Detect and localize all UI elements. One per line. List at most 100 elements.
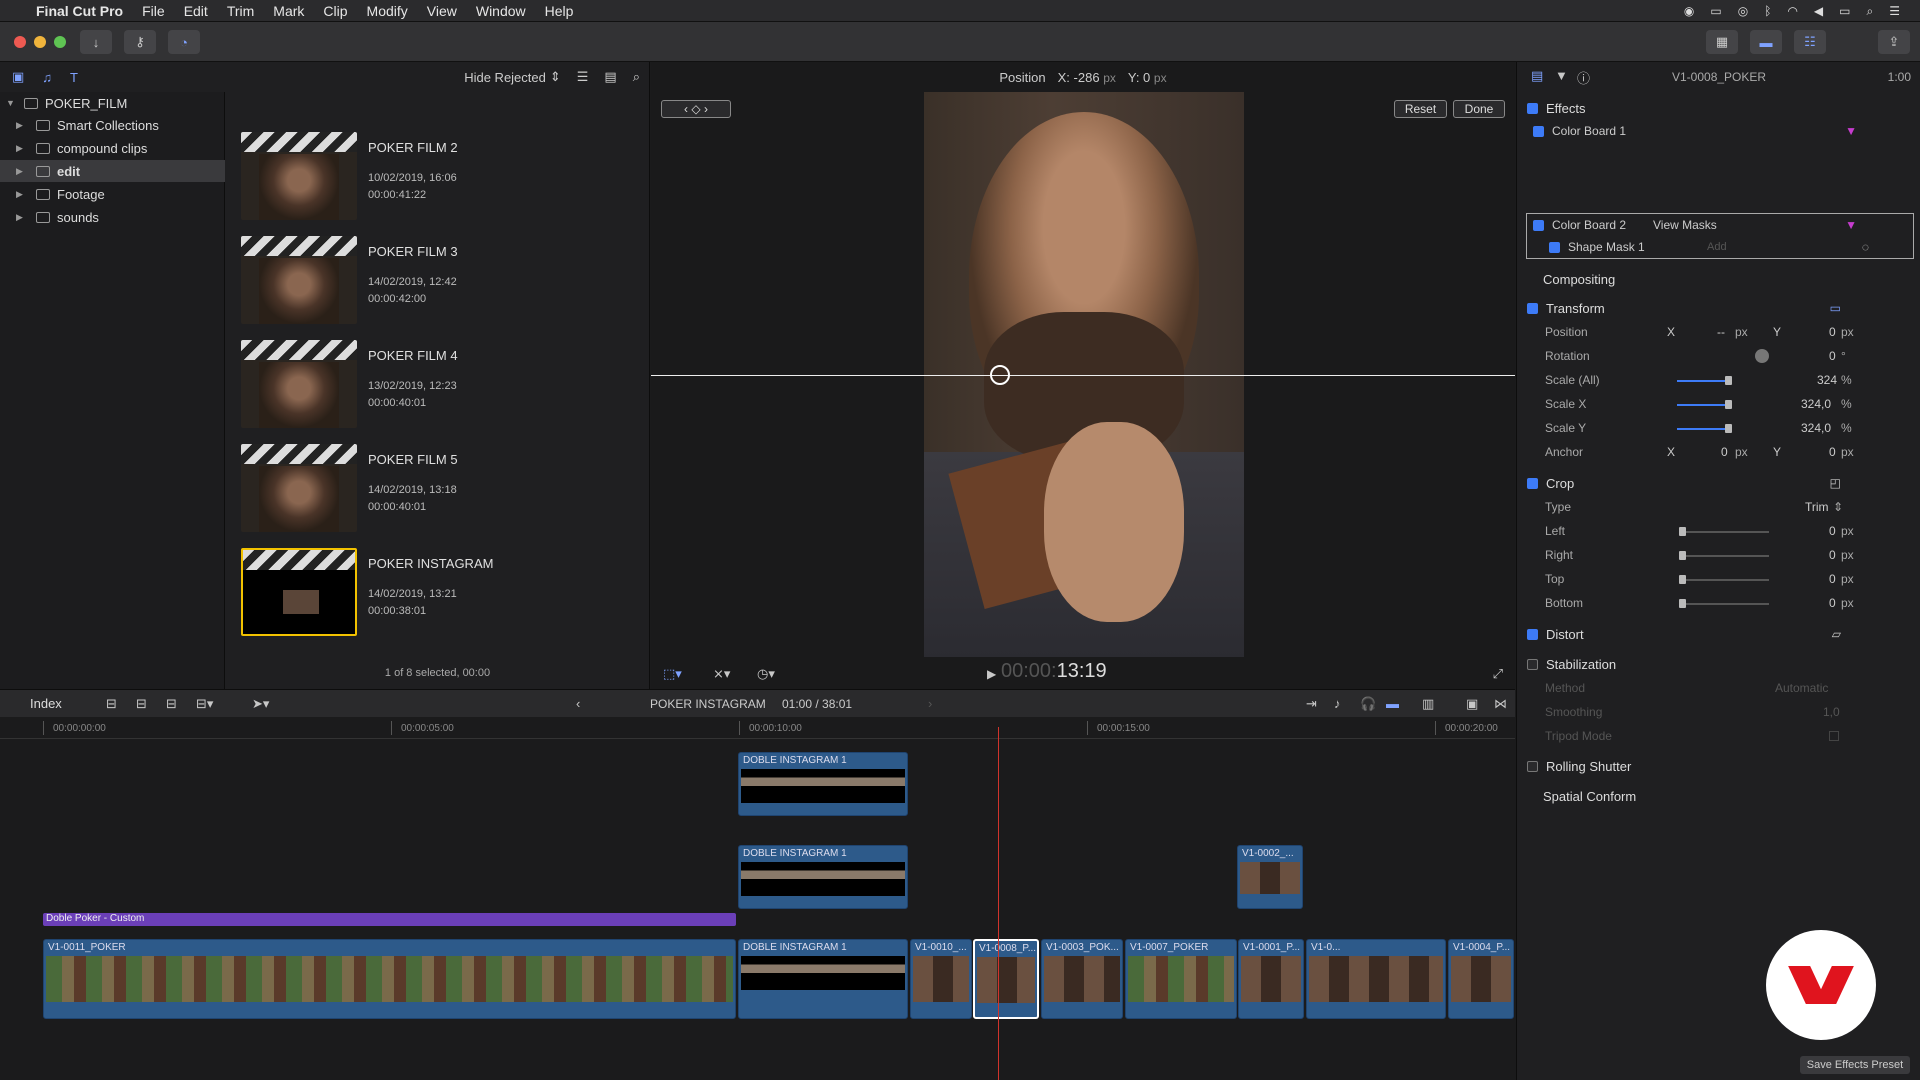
tripod-checkbox[interactable] [1829,731,1839,741]
crop-left-field[interactable]: 0 [1829,524,1836,538]
insert-clip-icon[interactable]: ⊟ [136,696,147,712]
shape-mask-row[interactable]: Shape Mask 1 Add ◌ [1549,236,1920,258]
crop-menu-icon[interactable]: ⨯▾ [713,666,730,682]
clip-thumbnail[interactable] [241,548,357,636]
disclosure-right-icon[interactable]: ▶ [16,143,28,154]
scale-x-field[interactable]: 324,0 [1801,397,1831,411]
scale-y-field[interactable]: 324,0 [1801,421,1831,435]
audio-skimming-icon[interactable]: ♪ [1334,696,1341,711]
bluetooth-icon[interactable]: ᛒ [1764,4,1771,18]
color-board-2-checkbox[interactable] [1533,219,1544,231]
crop-right-slider[interactable] [1679,551,1769,560]
disclosure-right-icon[interactable]: ▶ [16,120,28,131]
disclosure-right-icon[interactable]: ▶ [16,166,28,177]
reset-button[interactable]: Reset [1394,100,1447,118]
crop-top-field[interactable]: 0 [1829,572,1836,586]
timeline-clip-selected[interactable]: V1-0008_P... [973,939,1039,1019]
back-arrow-icon[interactable]: ‹ [576,696,580,711]
info-inspector-icon[interactable]: ⓘ [1577,68,1590,87]
menu-mark[interactable]: Mark [273,3,304,19]
scale-all-slider[interactable] [1677,376,1732,385]
disclosure-right-icon[interactable]: ▶ [16,212,28,223]
forward-arrow-icon[interactable]: › [928,696,932,711]
effects-section[interactable]: Effects [1527,97,1911,119]
clip-thumbnail[interactable] [241,340,357,428]
clip-appearance-icon[interactable]: ▥ [1422,696,1434,712]
zoom-window-button[interactable] [54,36,66,48]
menu-modify[interactable]: Modify [367,3,408,19]
distort-checkbox[interactable] [1527,628,1538,640]
color-board-icon[interactable]: ▼ [1845,218,1857,232]
playhead[interactable] [998,727,999,1080]
menu-view[interactable]: View [427,3,457,19]
volume-icon[interactable]: ◀ [1814,4,1823,18]
rolling-shutter-checkbox[interactable] [1527,760,1538,772]
connect-clip-icon[interactable]: ⊟▾ [196,696,213,712]
position-y-field[interactable]: 0 [1829,325,1836,339]
anchor-x-field[interactable]: 0 [1721,445,1728,459]
color-board-2-row[interactable]: Color Board 2 View Masks ▼ [1533,214,1917,236]
play-icon[interactable]: ▶ [987,667,996,681]
record-icon[interactable]: ◉ [1684,4,1694,18]
clip-item[interactable]: POKER FILM 2 10/02/2019, 16:06 00:00:41:… [241,132,641,222]
menu-edit[interactable]: Edit [184,3,208,19]
background-tasks-icon[interactable]: ◔ [168,30,200,54]
timeline[interactable]: 00:00:00:00 00:00:05:00 00:00:10:00 00:0… [0,717,1515,1080]
add-mask-select[interactable]: Add [1707,241,1727,253]
hide-rejected-select[interactable]: Hide Rejected [464,70,546,85]
disclosure-down-icon[interactable]: ▼ [6,98,18,108]
clip-item[interactable]: POKER FILM 3 14/02/2019, 12:42 00:00:42:… [241,236,641,326]
select-tool-icon[interactable]: ➤▾ [252,696,269,712]
crop-section[interactable]: Crop ◰ [1527,472,1911,494]
clip-item[interactable]: POKER FILM 4 13/02/2019, 12:23 00:00:40:… [241,340,641,430]
timeline-clip-compound[interactable]: DOBLE INSTAGRAM 1 [738,845,908,909]
library-root[interactable]: ▼ POKER_FILM [0,92,225,114]
search-icon[interactable]: ⌕ [633,69,640,85]
position-x-field[interactable]: -- [1717,325,1725,339]
show-browser-icon[interactable]: ▦ [1706,30,1738,54]
timeline-clip[interactable]: V1-0007_POKER [1125,939,1237,1019]
crop-bottom-slider[interactable] [1679,599,1769,608]
minimize-window-button[interactable] [34,36,46,48]
color-inspector-icon[interactable]: ▼ [1555,68,1568,83]
distort-section[interactable]: Distort ▱ [1527,623,1911,645]
library-item-smart-collections[interactable]: ▶ Smart Collections [0,114,225,136]
menu-window[interactable]: Window [476,3,526,19]
fullscreen-icon[interactable]: ⤢ [1493,666,1503,682]
crop-type-select[interactable]: Trim [1805,500,1829,514]
headphones-icon[interactable]: 🎧 [1360,696,1376,712]
color-board-1-checkbox[interactable] [1533,125,1544,137]
clip-thumbnail[interactable] [241,444,357,532]
timeline-clip[interactable]: V1-0002_... [1237,845,1303,909]
snapping-icon[interactable]: ▬ [1386,696,1399,711]
clip-thumbnail[interactable] [241,132,357,220]
save-effects-preset-button[interactable]: Save Effects Preset [1800,1056,1910,1074]
scale-all-field[interactable]: 324 [1817,373,1837,387]
scale-x-slider[interactable] [1677,400,1732,409]
done-button[interactable]: Done [1453,100,1505,118]
rotation-field[interactable]: 0 [1829,349,1836,363]
disclosure-right-icon[interactable]: ▶ [16,189,28,200]
keyframe-nav-buttons[interactable]: ‹ ◇ › [661,100,731,118]
timeline-clip[interactable]: V1-0001_P... [1238,939,1304,1019]
rolling-shutter-section[interactable]: Rolling Shutter [1527,755,1911,777]
method-select[interactable]: Automatic [1775,681,1828,695]
chevron-updown-icon[interactable]: ⇕ [1833,500,1843,514]
crop-onscreen-icon[interactable]: ◰ [1830,476,1841,490]
search-icon[interactable]: ⌕ [1867,4,1874,19]
overwrite-clip-icon[interactable]: ⊟ [166,696,177,712]
share-icon[interactable]: ⇪ [1878,30,1910,54]
clip-item-selected[interactable]: POKER INSTAGRAM 14/02/2019, 13:21 00:00:… [241,548,641,638]
effects-checkbox[interactable] [1527,102,1538,114]
close-window-button[interactable] [14,36,26,48]
photos-audio-icon[interactable]: ♫ [42,70,52,85]
keywords-icon[interactable]: ⚷ [124,30,156,54]
anchor-y-field[interactable]: 0 [1829,445,1836,459]
effects-browser-icon[interactable]: ▣ [1466,696,1478,712]
timeline-clip[interactable]: V1-0004_P... [1448,939,1514,1019]
clip-thumbnail[interactable] [241,236,357,324]
stabilization-checkbox[interactable] [1527,658,1538,670]
title-clip[interactable]: Doble Poker - Custom [43,913,736,926]
skimming-icon[interactable]: ⇥ [1306,696,1317,712]
scale-y-slider[interactable] [1677,424,1732,433]
